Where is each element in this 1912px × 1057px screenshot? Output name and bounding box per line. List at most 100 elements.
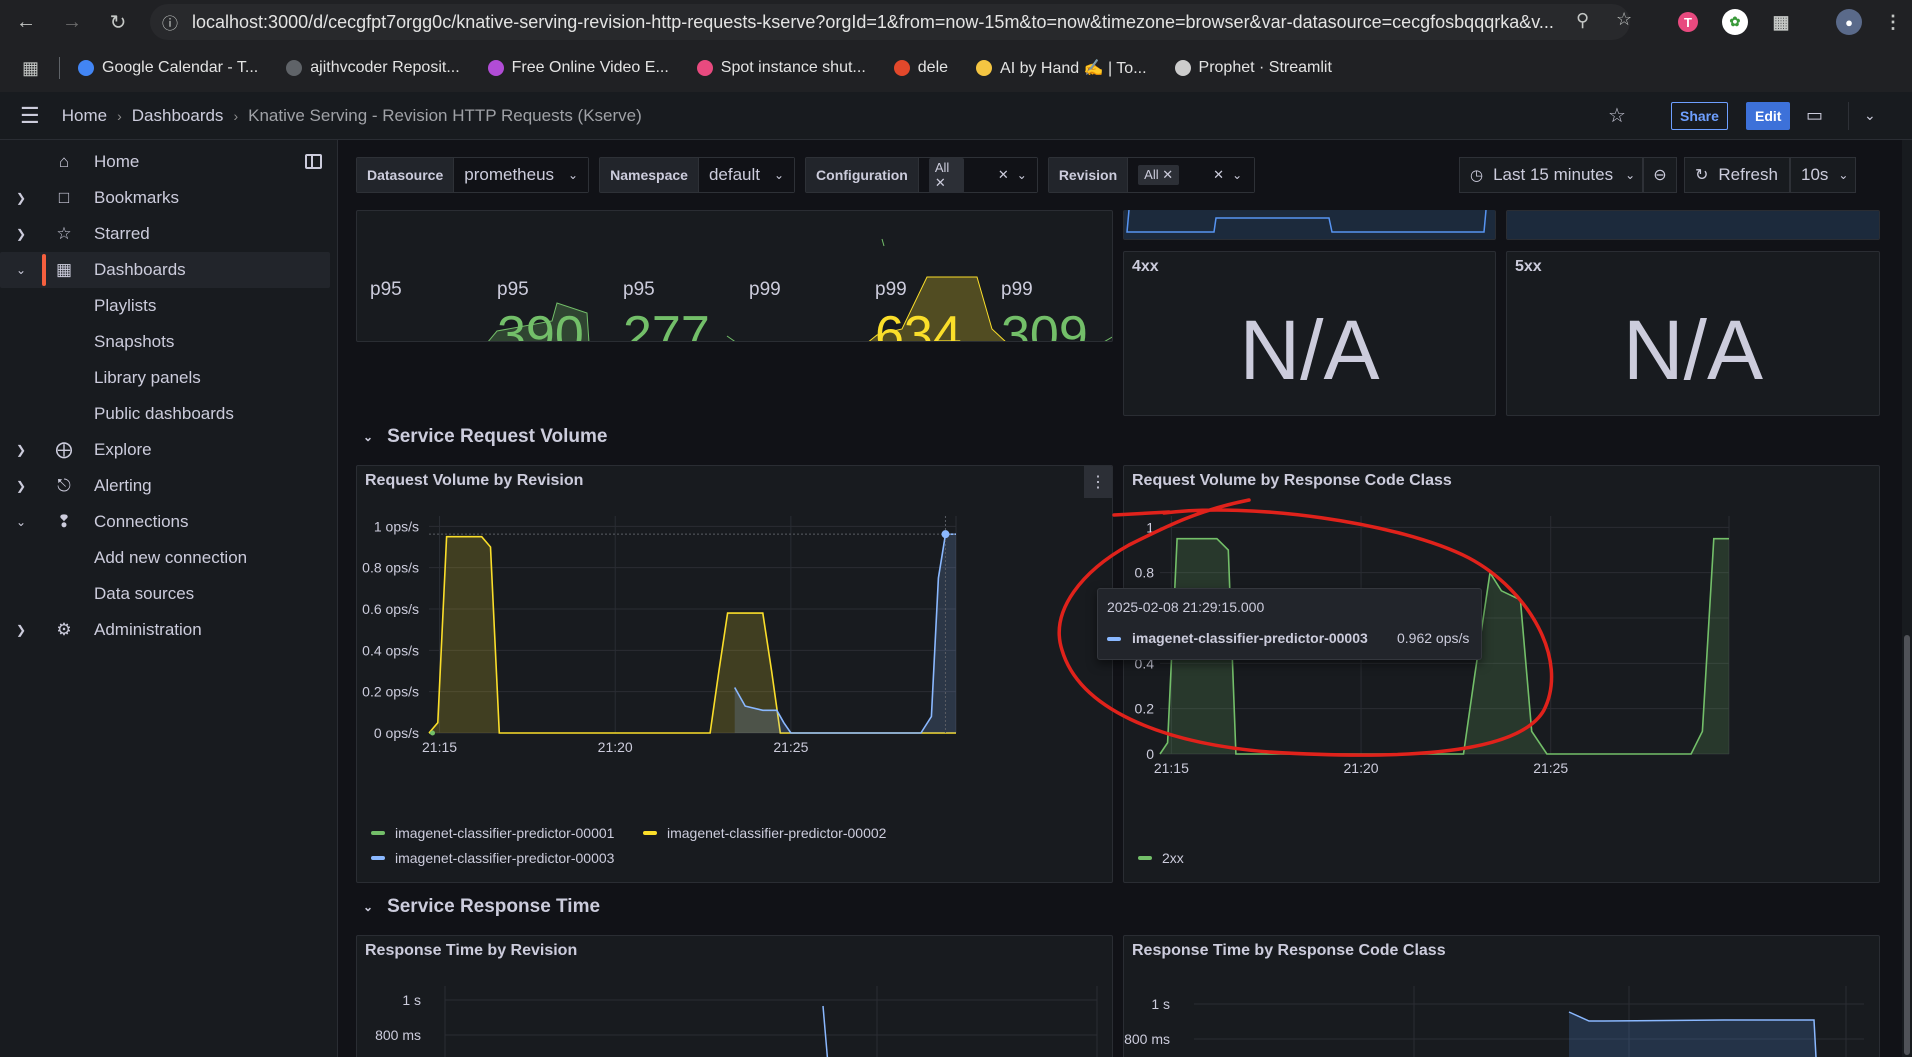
extension-leaf-icon[interactable]: ✿ <box>1722 9 1748 35</box>
browser-menu-icon[interactable]: ⋮ <box>1880 9 1906 35</box>
sidebar-item-label: Dashboards <box>94 260 186 279</box>
request-volume-revision-chart[interactable]: 0 ops/s 0.2 ops/s 0.4 ops/s 0.6 ops/s 0.8 op… <box>357 466 1113 883</box>
bookmark-item[interactable]: ajithvcoder Reposit... <box>286 58 460 78</box>
sidebar-item-public-dashboards[interactable]: Public dashboards <box>0 396 330 432</box>
site-info-icon[interactable]: ⓘ <box>162 10 178 34</box>
sidebar-item-label: Add new connection <box>94 548 248 567</box>
namespace-select[interactable]: default ⌄ <box>698 158 795 192</box>
mark-favorite-icon[interactable]: ☆ <box>1608 103 1626 128</box>
y-tick-label: 800 ms <box>1124 1031 1170 1047</box>
chevron-down-icon: ⌄ <box>363 430 374 444</box>
legend-item[interactable]: imagenet-classifier-predictor-00003 <box>371 850 614 866</box>
page-scrollbar[interactable] <box>1902 140 1912 1057</box>
bookmark-item[interactable]: Spot instance shut... <box>696 58 866 78</box>
back-icon[interactable]: ← <box>6 2 46 42</box>
sidebar-item-explore[interactable]: ❯ ⨁ Explore <box>0 432 330 468</box>
sidebar-item-add-new-connection[interactable]: Add new connection <box>0 540 330 576</box>
y-tick-label: 1 <box>1146 519 1154 535</box>
zoom-search-icon[interactable]: ⚲ <box>1576 10 1589 31</box>
sidebar-item-alerting[interactable]: ❯ ⎋ Alerting <box>0 468 330 504</box>
breadcrumb-home[interactable]: Home <box>62 106 107 126</box>
bookmark-item[interactable]: Free Online Video E... <box>487 58 669 78</box>
sidebar-item-connections[interactable]: ⌄ ❢ Connections <box>0 504 330 540</box>
sidebar-item-playlists[interactable]: Playlists <box>0 288 330 324</box>
response-time-code-chart[interactable]: 1 s 800 ms <box>1124 936 1880 1057</box>
configuration-variable[interactable]: Configuration All ✕ ✕ ⌄ <box>805 157 1038 193</box>
row-title: Service Response Time <box>387 896 601 917</box>
breadcrumb-dashboards[interactable]: Dashboards <box>132 106 224 126</box>
chevron-right-icon[interactable]: ❯ <box>16 191 26 205</box>
share-button[interactable]: Share <box>1671 102 1728 130</box>
row-service-response-time[interactable]: ⌄ Service Response Time <box>363 896 600 918</box>
time-range-picker[interactable]: ◷ Last 15 minutes ⌄ <box>1459 157 1643 193</box>
bookmark-item[interactable]: dele <box>893 58 948 78</box>
legend-item[interactable]: imagenet-classifier-predictor-00002 <box>643 825 886 841</box>
remove-chip-icon[interactable]: ✕ <box>935 175 946 190</box>
chevron-right-icon[interactable]: ❯ <box>16 479 26 493</box>
request-volume-code-chart[interactable]: 00.20.40.60.8121:1521:2021:25 <box>1124 466 1880 883</box>
reload-icon[interactable]: ↻ <box>98 2 138 42</box>
profile-avatar[interactable]: ● <box>1836 9 1862 35</box>
chevron-right-icon[interactable]: ❯ <box>16 443 26 457</box>
kiosk-mode-icon[interactable]: ▭ <box>1806 105 1823 126</box>
bookmark-item[interactable]: Prophet · Streamlit <box>1174 58 1332 78</box>
legend-item[interactable]: 2xx <box>1138 850 1184 866</box>
chevron-down-icon: ⌄ <box>773 168 785 182</box>
sidebar-item-data-sources[interactable]: Data sources <box>0 576 330 612</box>
refresh-button[interactable]: ↻ Refresh <box>1684 157 1790 193</box>
chevron-down-icon[interactable]: ⌄ <box>16 263 26 277</box>
chip-label: All <box>934 159 950 175</box>
y-tick-label: 0 ops/s <box>374 725 419 741</box>
apps-grid-icon[interactable]: ▦ <box>22 58 39 79</box>
remove-chip-icon[interactable]: ✕ <box>1162 167 1173 182</box>
bookmark-favicon-icon <box>976 60 993 76</box>
revision-variable[interactable]: Revision All ✕ ✕ ⌄ <box>1047 157 1256 193</box>
sidebar-item-library-panels[interactable]: Library panels <box>0 360 330 396</box>
zoom-out-icon: ⊖ <box>1653 167 1667 184</box>
response-time-revision-chart[interactable]: 1 s 800 ms <box>357 936 1113 1057</box>
bookmark-item[interactable]: AI by Hand ✍️ | To... <box>976 58 1147 78</box>
refresh-interval-picker[interactable]: 10s ⌄ <box>1790 157 1856 193</box>
extension-t-icon[interactable]: T <box>1678 12 1698 32</box>
sidebar-item-bookmarks[interactable]: ❯ □ Bookmarks <box>0 180 330 216</box>
dock-menu-icon[interactable] <box>305 154 322 169</box>
revision-select[interactable]: All ✕ ✕ ⌄ <box>1128 158 1255 192</box>
legend-item[interactable]: imagenet-classifier-predictor-00001 <box>371 825 614 841</box>
top-chart-remnant <box>1123 210 1496 240</box>
namespace-variable[interactable]: Namespace default ⌄ <box>599 157 796 193</box>
value-chip[interactable]: All ✕ <box>928 157 964 193</box>
series-line <box>428 535 956 734</box>
chevron-down-icon[interactable]: ⌄ <box>1864 107 1876 124</box>
clear-icon[interactable]: ✕ <box>1213 167 1224 183</box>
bookmark-label: Google Calendar - T... <box>102 59 259 76</box>
sidebar-item-label: Snapshots <box>94 332 175 351</box>
bookmark-label: Spot instance shut... <box>720 59 866 76</box>
menu-icon[interactable]: ☰ <box>20 103 40 129</box>
legend-label: imagenet-classifier-predictor-00001 <box>395 825 615 841</box>
bookmark-item[interactable]: Google Calendar - T... <box>78 58 258 78</box>
sidebar-item-snapshots[interactable]: Snapshots <box>0 324 330 360</box>
forward-icon[interactable]: → <box>52 2 92 42</box>
clear-icon[interactable]: ✕ <box>998 167 1009 183</box>
configuration-select[interactable]: All ✕ ✕ ⌄ <box>918 157 1037 193</box>
row-service-request-volume[interactable]: ⌄ Service Request Volume <box>363 426 607 448</box>
value-chip[interactable]: All ✕ <box>1138 165 1180 185</box>
series-line <box>822 1005 829 1057</box>
sidebar-item-administration[interactable]: ❯ ⚙ Administration <box>0 612 330 648</box>
chevron-right-icon[interactable]: ❯ <box>16 227 26 241</box>
zoom-out-button[interactable]: ⊖ <box>1643 157 1677 193</box>
stat-value: 390 <box>497 306 584 342</box>
chevron-down-icon[interactable]: ⌄ <box>16 515 26 529</box>
sidebar-item-dashboards[interactable]: ⌄ ▦ Dashboards <box>0 252 330 288</box>
edit-button[interactable]: Edit <box>1746 102 1791 130</box>
address-bar[interactable]: ⓘ localhost:3000/d/cecgfpt7orgg0c/knativ… <box>150 4 1630 40</box>
sidebar-item-label: Public dashboards <box>94 404 234 423</box>
extensions-puzzle-icon[interactable]: ▦ <box>1768 9 1794 35</box>
datasource-variable[interactable]: Datasource prometheus ⌄ <box>356 157 590 193</box>
bookmark-star-icon[interactable]: ☆ <box>1616 9 1632 30</box>
sidebar-item-home[interactable]: ⌂ Home <box>0 144 330 180</box>
sidebar-item-starred[interactable]: ❯ ☆ Starred <box>0 216 330 252</box>
datasource-select[interactable]: prometheus ⌄ <box>454 158 589 192</box>
scrollbar-thumb[interactable] <box>1904 635 1910 1055</box>
chevron-right-icon[interactable]: ❯ <box>16 623 26 637</box>
